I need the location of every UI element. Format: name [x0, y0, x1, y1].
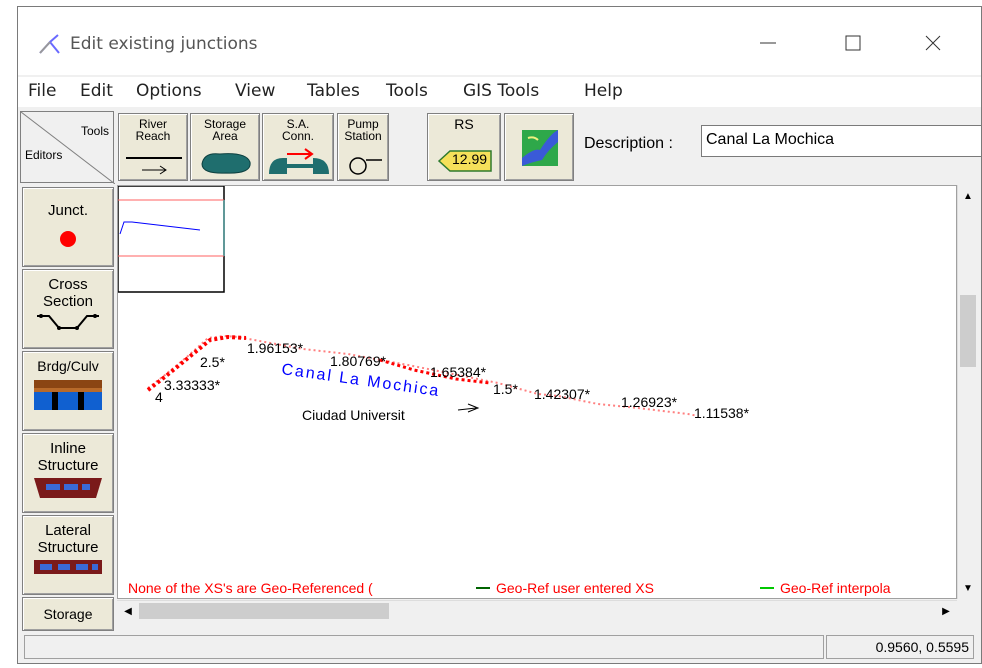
inline-structure-editor-button[interactable]: Inline Structure: [22, 433, 114, 513]
sa-conn-label: S.A. Conn.: [281, 117, 315, 143]
bridge-culvert-editor-label: Brdg/Culv: [37, 358, 99, 374]
coordinate-readout: 0.9560, 0.5595: [826, 635, 974, 659]
junction-marker[interactable]: [457, 403, 480, 413]
editors-label: Editors: [25, 148, 63, 162]
vertical-scrollbar[interactable]: ▲ ▼: [957, 185, 977, 599]
storage-area-icon: [201, 153, 251, 174]
description-input[interactable]: Canal La Mochica: [701, 125, 981, 157]
scroll-down-icon[interactable]: ▼: [959, 579, 977, 597]
menu-edit[interactable]: Edit: [80, 81, 113, 101]
lateral-structure-editor-button[interactable]: Lateral Structure: [22, 515, 114, 595]
bridge-icon: [34, 380, 102, 410]
close-icon: [925, 35, 941, 51]
storage-area-button[interactable]: Storage Area: [190, 113, 260, 181]
menu-tools[interactable]: Tools: [386, 81, 428, 101]
menu-gis-tools[interactable]: GIS Tools: [463, 81, 539, 101]
georef-legend: None of the XS's are Geo-Referenced ( Ge…: [128, 580, 891, 596]
status-bar: 0.9560, 0.5595: [20, 633, 978, 661]
menu-bar: File Edit Options View Tables Tools GIS …: [18, 77, 981, 107]
menu-tables[interactable]: Tables: [307, 81, 360, 101]
cross-section-editor-label: Cross Section: [42, 276, 94, 310]
edit-junctions-window: Edit existing junctions File Edit Option…: [17, 6, 982, 664]
inline-structure-icon: [34, 478, 102, 498]
schematic-canvas[interactable]: Canal La Mochica Ciudad Universit 4 3.33…: [117, 185, 957, 599]
scroll-up-icon[interactable]: ▲: [959, 187, 977, 205]
vertical-scroll-thumb[interactable]: [960, 295, 976, 367]
junction-editor-label: Junct.: [47, 202, 89, 219]
sa-conn-button[interactable]: S.A. Conn.: [262, 113, 334, 181]
rs-label-2-5: 2.5*: [200, 354, 225, 370]
rs-label-1-80769: 1.80769*: [330, 353, 387, 369]
storage-editor-button[interactable]: Storage: [22, 597, 114, 631]
river-reach-label: River Reach: [135, 117, 171, 143]
reach-line[interactable]: [146, 334, 699, 417]
minimize-icon: [760, 42, 776, 44]
bridge-culvert-editor-button[interactable]: Brdg/Culv: [22, 351, 114, 431]
menu-file[interactable]: File: [28, 81, 56, 101]
scroll-right-icon[interactable]: ▶: [937, 602, 955, 620]
rs-label: RS: [454, 116, 474, 132]
rs-label-1-65384: 1.65384*: [430, 364, 487, 380]
lateral-structure-editor-label: Lateral Structure: [37, 522, 99, 556]
rs-value: 12.99: [452, 151, 488, 167]
horizontal-scroll-thumb[interactable]: [139, 603, 389, 619]
tools-editors-corner: Tools Editors: [20, 111, 115, 184]
pump-station-label: Pump Station: [344, 117, 382, 143]
map-button[interactable]: [504, 113, 574, 181]
rs-label-1-26923: 1.26923*: [621, 394, 678, 410]
legend-not-georeferenced: None of the XS's are Geo-Referenced (: [128, 580, 373, 596]
river-reach-icon: [126, 157, 182, 175]
rs-label-1-11538: 1.11538*: [694, 405, 750, 421]
toolbar: Tools Editors River Reach Storage Area S…: [18, 109, 981, 185]
legend-interpolated: Geo-Ref interpola: [780, 580, 891, 596]
storage-editor-label: Storage: [43, 606, 93, 622]
storage-area-label: Storage Area: [203, 117, 247, 143]
maximize-icon: [845, 35, 861, 51]
junction-editor-button[interactable]: Junct.: [22, 187, 114, 267]
overview-map[interactable]: [117, 185, 225, 293]
editors-panel: Junct. Cross Section Brdg/Culv Inline St…: [20, 185, 116, 631]
rs-label-1-42307: 1.42307*: [534, 386, 591, 402]
window-title: Edit existing junctions: [70, 34, 258, 54]
app-icon: [39, 34, 60, 54]
rs-tag-icon: 12.99: [438, 150, 492, 172]
close-button[interactable]: [913, 25, 953, 61]
tools-label: Tools: [80, 124, 109, 138]
title-bar: Edit existing junctions: [18, 7, 981, 75]
pump-station-icon: [349, 157, 382, 175]
maximize-button[interactable]: [833, 25, 873, 61]
description-label: Description :: [584, 135, 673, 152]
sa-conn-icon: [269, 148, 329, 174]
map-icon: [522, 130, 558, 166]
inline-structure-editor-label: Inline Structure: [37, 440, 99, 474]
lateral-structure-icon: [34, 560, 102, 574]
rs-button[interactable]: RS 12.99: [427, 113, 501, 181]
river-reach-button[interactable]: River Reach: [118, 113, 188, 181]
rs-label-1-5: 1.5*: [493, 381, 518, 397]
red-dot-icon: [60, 231, 76, 247]
menu-help[interactable]: Help: [584, 81, 623, 101]
status-message: [24, 635, 824, 659]
rs-label-3-33333: 3.33333*: [164, 377, 221, 393]
legend-user-entered: Geo-Ref user entered XS: [496, 580, 654, 596]
rs-label-4: 4: [155, 389, 163, 405]
scroll-left-icon[interactable]: ◀: [119, 602, 137, 620]
menu-options[interactable]: Options: [136, 81, 202, 101]
horizontal-scrollbar[interactable]: ◀ ▶: [117, 600, 957, 620]
rs-label-1-96153: 1.96153*: [247, 340, 304, 356]
schematic-drawing: Canal La Mochica Ciudad Universit 4 3.33…: [117, 185, 891, 596]
junction-name-label: Ciudad Universit: [302, 407, 405, 423]
pump-station-button[interactable]: Pump Station: [337, 113, 389, 181]
minimize-button[interactable]: [748, 25, 788, 61]
cross-section-editor-button[interactable]: Cross Section: [22, 269, 114, 349]
cross-section-icon: [37, 314, 99, 330]
menu-view[interactable]: View: [235, 81, 275, 101]
